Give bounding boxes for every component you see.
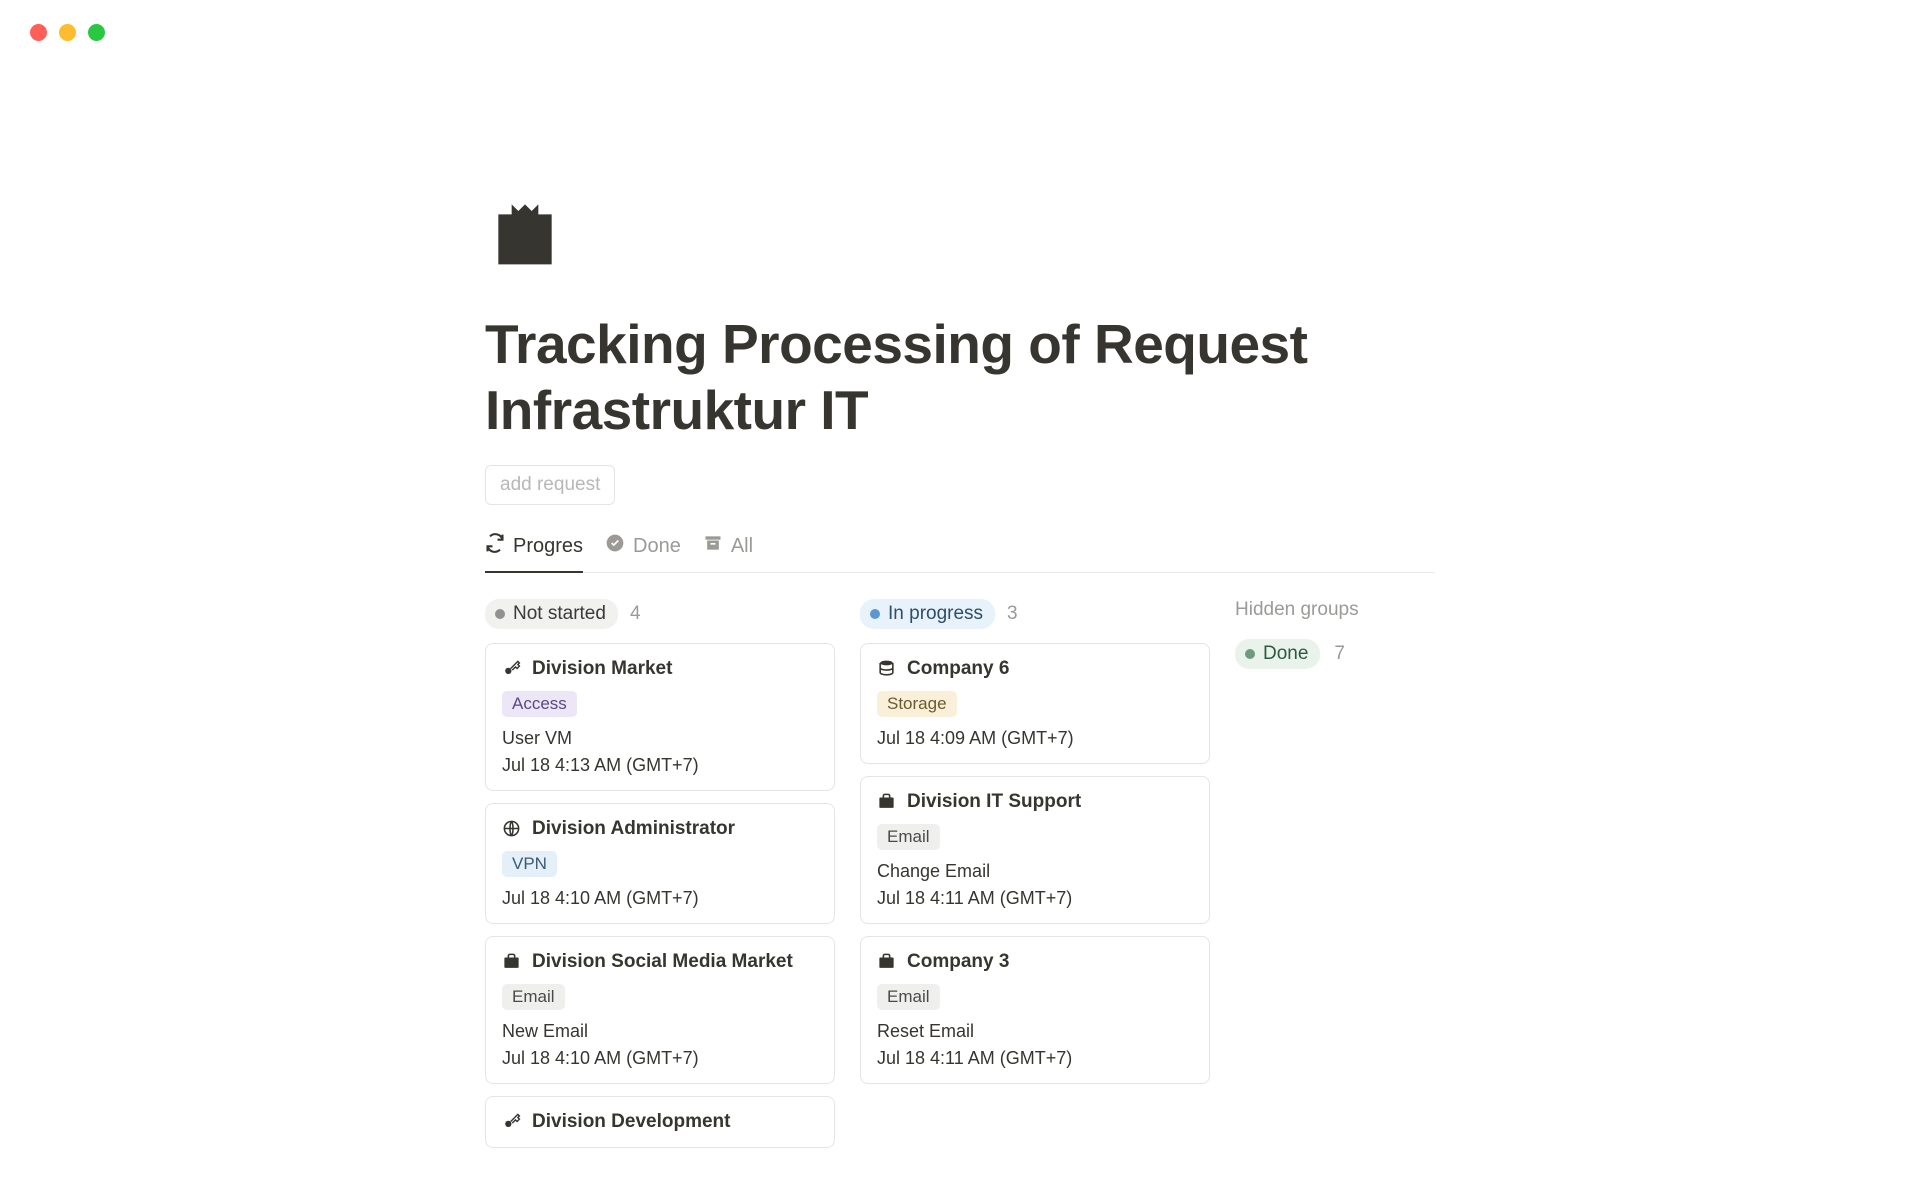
status-badge-in-progress: In progress bbox=[860, 599, 995, 629]
tag-email: Email bbox=[877, 984, 940, 1010]
card-division-administrator[interactable]: Division Administrator VPN Jul 18 4:10 A… bbox=[485, 803, 835, 924]
card-title: Division IT Support bbox=[907, 791, 1081, 813]
tag-email: Email bbox=[502, 984, 565, 1010]
storage-icon bbox=[877, 659, 896, 678]
tag-storage: Storage bbox=[877, 691, 957, 717]
card-title: Company 6 bbox=[907, 658, 1009, 680]
hidden-groups-label: Hidden groups bbox=[1235, 599, 1465, 621]
card-description: Change Email bbox=[877, 861, 1193, 882]
tab-done[interactable]: Done bbox=[605, 533, 681, 572]
card-division-social-media[interactable]: Division Social Media Market Email New E… bbox=[485, 936, 835, 1084]
card-company-3[interactable]: Company 3 Email Reset Email Jul 18 4:11 … bbox=[860, 936, 1210, 1084]
window-controls bbox=[0, 0, 1920, 41]
column-in-progress: In progress 3 Company 6 Storage Jul 18 4… bbox=[860, 599, 1210, 1160]
hidden-group-done[interactable]: Done 7 bbox=[1235, 639, 1345, 669]
sync-icon bbox=[485, 533, 505, 559]
card-timestamp: Jul 18 4:09 AM (GMT+7) bbox=[877, 728, 1193, 749]
status-dot-icon bbox=[870, 609, 880, 619]
minimize-window-button[interactable] bbox=[59, 24, 76, 41]
briefcase-icon bbox=[877, 952, 896, 971]
status-dot-icon bbox=[1245, 649, 1255, 659]
tag-access: Access bbox=[502, 691, 577, 717]
card-company-6[interactable]: Company 6 Storage Jul 18 4:09 AM (GMT+7) bbox=[860, 643, 1210, 764]
hidden-group-count: 7 bbox=[1334, 643, 1345, 665]
card-title: Company 3 bbox=[907, 951, 1009, 973]
tag-email: Email bbox=[877, 824, 940, 850]
add-request-button[interactable]: add request bbox=[485, 465, 615, 505]
card-timestamp: Jul 18 4:10 AM (GMT+7) bbox=[502, 1048, 818, 1069]
column-count: 4 bbox=[630, 603, 641, 625]
column-hidden-groups: Hidden groups Done 7 bbox=[1235, 599, 1465, 1160]
tab-all[interactable]: All bbox=[703, 533, 753, 572]
card-title: Division Social Media Market bbox=[532, 951, 793, 973]
card-description: Reset Email bbox=[877, 1021, 1193, 1042]
page-title[interactable]: Tracking Processing of Request Infrastru… bbox=[485, 311, 1435, 443]
column-header[interactable]: In progress 3 bbox=[860, 599, 1210, 629]
tab-label: Progres bbox=[513, 535, 583, 558]
card-title: Division Market bbox=[532, 658, 672, 680]
status-badge-not-started: Not started bbox=[485, 599, 618, 629]
page-icon[interactable] bbox=[485, 191, 1435, 276]
briefcase-icon bbox=[502, 952, 521, 971]
card-timestamp: Jul 18 4:10 AM (GMT+7) bbox=[502, 888, 818, 909]
kanban-board: Not started 4 Division Market Access Use… bbox=[485, 599, 1435, 1160]
card-description: User VM bbox=[502, 728, 818, 749]
view-tabs: Progres Done All bbox=[485, 533, 1435, 573]
card-division-it-support[interactable]: Division IT Support Email Change Email J… bbox=[860, 776, 1210, 924]
status-dot-icon bbox=[495, 609, 505, 619]
briefcase-icon bbox=[877, 792, 896, 811]
check-circle-icon bbox=[605, 533, 625, 559]
close-window-button[interactable] bbox=[30, 24, 47, 41]
card-division-market[interactable]: Division Market Access User VM Jul 18 4:… bbox=[485, 643, 835, 791]
column-count: 3 bbox=[1007, 603, 1018, 625]
card-title: Division Administrator bbox=[532, 818, 735, 840]
tag-vpn: VPN bbox=[502, 851, 557, 877]
key-icon bbox=[502, 659, 521, 678]
card-description: New Email bbox=[502, 1021, 818, 1042]
key-icon bbox=[502, 1112, 521, 1131]
card-timestamp: Jul 18 4:11 AM (GMT+7) bbox=[877, 888, 1193, 909]
card-timestamp: Jul 18 4:11 AM (GMT+7) bbox=[877, 1048, 1193, 1069]
maximize-window-button[interactable] bbox=[88, 24, 105, 41]
tab-progres[interactable]: Progres bbox=[485, 533, 583, 573]
column-not-started: Not started 4 Division Market Access Use… bbox=[485, 599, 835, 1160]
card-title: Division Development bbox=[532, 1111, 731, 1133]
archive-icon bbox=[703, 533, 723, 559]
status-badge-done: Done bbox=[1235, 639, 1320, 669]
tab-label: All bbox=[731, 535, 753, 558]
card-timestamp: Jul 18 4:13 AM (GMT+7) bbox=[502, 755, 818, 776]
card-division-development[interactable]: Division Development bbox=[485, 1096, 835, 1148]
column-header[interactable]: Not started 4 bbox=[485, 599, 835, 629]
tab-label: Done bbox=[633, 535, 681, 558]
globe-icon bbox=[502, 819, 521, 838]
